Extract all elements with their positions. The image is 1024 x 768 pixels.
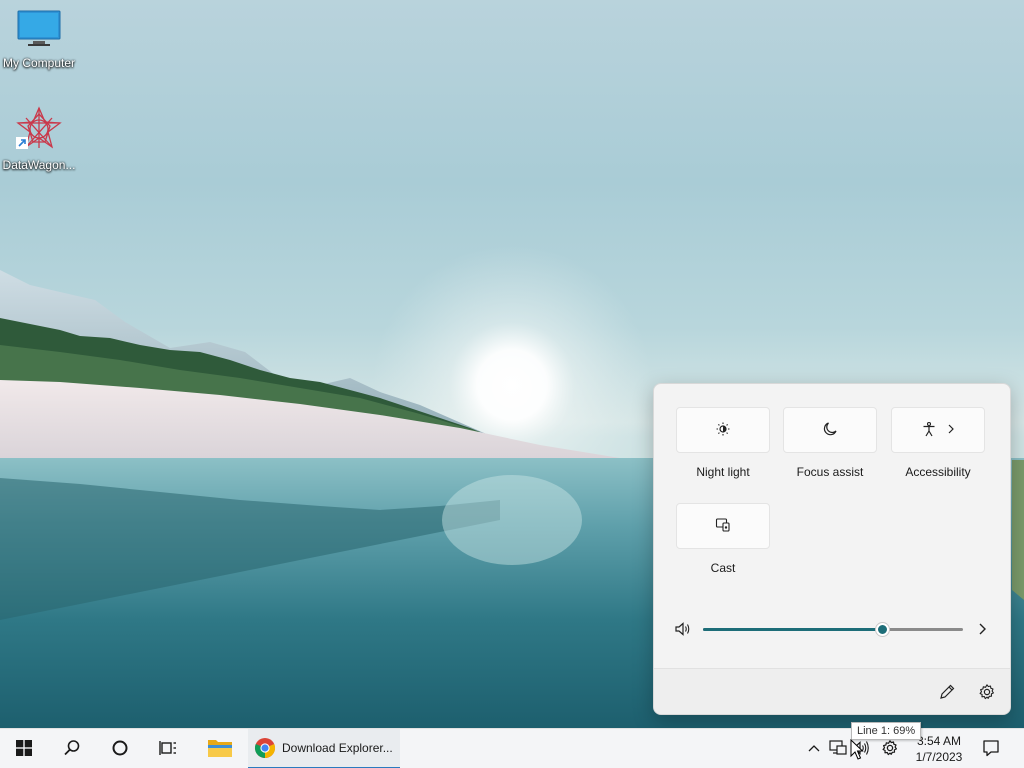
circle-icon — [111, 739, 129, 760]
chevron-up-icon — [807, 742, 821, 756]
cast-icon — [715, 517, 731, 536]
focus-assist-label: Focus assist — [796, 465, 864, 479]
cast-label: Cast — [710, 561, 736, 575]
clock-date: 1/7/2023 — [915, 750, 963, 764]
start-button[interactable] — [0, 729, 48, 768]
task-view-icon — [159, 739, 177, 760]
volume-slider[interactable] — [703, 623, 963, 636]
night-light-label: Night light — [696, 465, 750, 479]
windows-logo-icon — [16, 739, 32, 759]
night-light-tile[interactable] — [676, 407, 770, 453]
volume-slider-fill — [703, 628, 883, 631]
cortana-button[interactable] — [96, 729, 144, 768]
settings-tray-button[interactable] — [880, 739, 900, 759]
desktop-icon-datawagon[interactable]: DataWagon... — [0, 106, 79, 172]
desktop-icon-label: My Computer — [2, 56, 76, 70]
moon-icon — [822, 421, 838, 440]
gear-icon[interactable] — [978, 683, 996, 704]
show-hidden-icons-button[interactable] — [804, 739, 824, 759]
chevron-right-icon[interactable] — [977, 622, 987, 639]
accessibility-icon — [921, 421, 937, 440]
search-icon — [63, 739, 81, 760]
network-icon — [829, 739, 847, 759]
file-explorer-button[interactable] — [196, 729, 244, 768]
chevron-right-icon — [947, 423, 955, 438]
desktop-icon-label: DataWagon... — [2, 158, 76, 172]
volume-tooltip: Line 1: 69% — [851, 722, 922, 740]
desktop-icon-my-computer[interactable]: My Computer — [0, 10, 79, 70]
volume-control — [674, 620, 994, 638]
search-button[interactable] — [48, 729, 96, 768]
pencil-icon[interactable] — [938, 683, 956, 704]
gear-icon — [881, 739, 899, 760]
accessibility-tile[interactable] — [891, 407, 985, 453]
datawagon-app-icon — [0, 106, 79, 155]
cast-tile[interactable] — [676, 503, 770, 549]
task-view-button[interactable] — [144, 729, 192, 768]
quick-settings-footer — [654, 668, 1010, 714]
chrome-icon — [254, 737, 276, 759]
taskbar-task-label: Download Explorer... — [282, 741, 393, 755]
brightness-icon — [715, 421, 731, 440]
speaker-icon[interactable] — [674, 620, 692, 641]
network-tray-button[interactable] — [828, 739, 848, 759]
quick-settings-panel: Night light Focus assist Accessibility C… — [653, 383, 1011, 715]
focus-assist-tile[interactable] — [783, 407, 877, 453]
folder-icon — [207, 737, 233, 762]
volume-slider-thumb[interactable] — [876, 623, 890, 636]
notification-center-button[interactable] — [980, 739, 1002, 759]
accessibility-label: Accessibility — [905, 465, 971, 479]
computer-monitor-icon — [0, 10, 79, 53]
mouse-cursor-icon — [850, 738, 864, 764]
taskbar-task-download-explorer[interactable]: Download Explorer... — [248, 729, 400, 768]
notification-icon — [982, 739, 1000, 760]
